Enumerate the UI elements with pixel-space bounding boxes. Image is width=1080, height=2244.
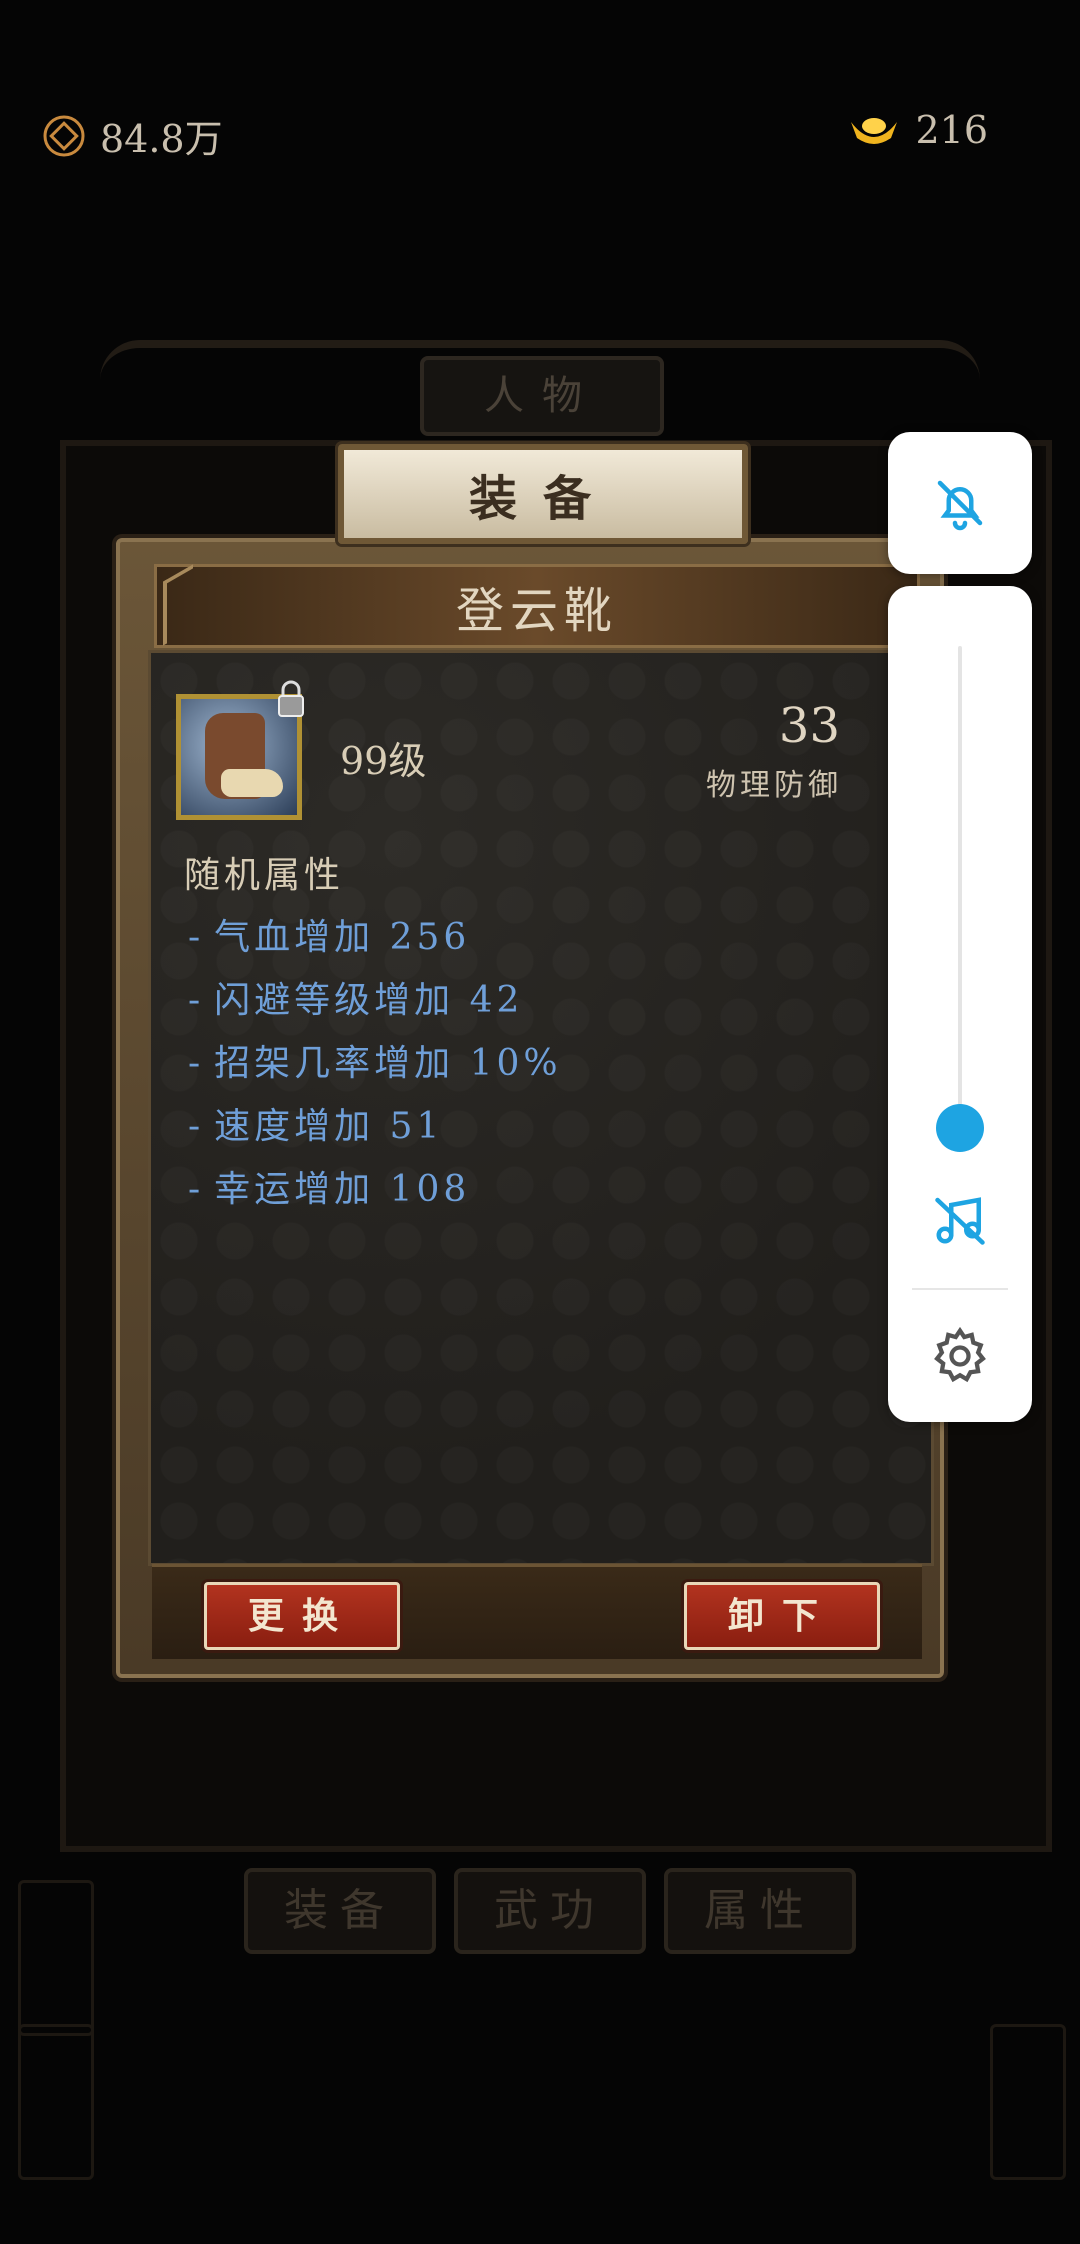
coin-amount: 84.8万 (100, 117, 223, 161)
lock-icon (278, 680, 304, 717)
list-item: - 速度增加 51 (188, 1106, 444, 1147)
tab-attributes[interactable]: 属性 (664, 1868, 856, 1954)
random-attributes-title: 随机属性 (184, 855, 345, 896)
attribute-list: - 气血增加 256 - 闪避等级增加 42 - 招架几率增加 10% - 速度增加 5… (188, 906, 562, 1221)
tab-martial-arts[interactable]: 武功 (454, 1868, 646, 1954)
change-button[interactable]: 更换 (204, 1582, 400, 1650)
coin-currency: 84.8万 (42, 108, 223, 163)
volume-panel (888, 586, 1032, 1422)
music-off-icon[interactable] (930, 1190, 990, 1250)
background-side-tab (18, 1880, 94, 2036)
ingot-amount: 216 (915, 108, 988, 152)
ringer-toggle[interactable] (888, 432, 1032, 574)
background-side-tab (18, 2024, 94, 2180)
volume-slider-track[interactable] (958, 646, 962, 1126)
bell-off-icon (937, 480, 983, 531)
tab-equipment[interactable]: 装备 (244, 1868, 436, 1954)
gold-ingot-icon (851, 118, 898, 144)
item-name: 登云靴 (154, 564, 920, 648)
list-item: - 气血增加 256 (188, 917, 471, 958)
ingot-currency: 216 (847, 108, 988, 152)
background-side-tab (990, 2024, 1066, 2180)
background-tabs: 装备 武功 属性 (244, 1868, 856, 1954)
list-item: - 闪避等级增加 42 (188, 980, 524, 1021)
volume-slider-handle[interactable] (936, 1104, 984, 1152)
coin-icon (43, 115, 85, 156)
panel-tab-header: 装备 (338, 444, 748, 544)
stat-label: 物理防御 (706, 768, 842, 803)
divider (912, 1288, 1008, 1290)
item-level: 99级 (340, 739, 427, 783)
list-item: - 招架几率增加 10% (188, 1043, 562, 1084)
background-title: 人物 (420, 356, 664, 436)
stat-value: 33 (778, 698, 840, 754)
gear-icon[interactable] (928, 1324, 992, 1388)
unequip-button[interactable]: 卸下 (684, 1582, 880, 1650)
list-item: - 幸运增加 108 (188, 1169, 471, 1210)
